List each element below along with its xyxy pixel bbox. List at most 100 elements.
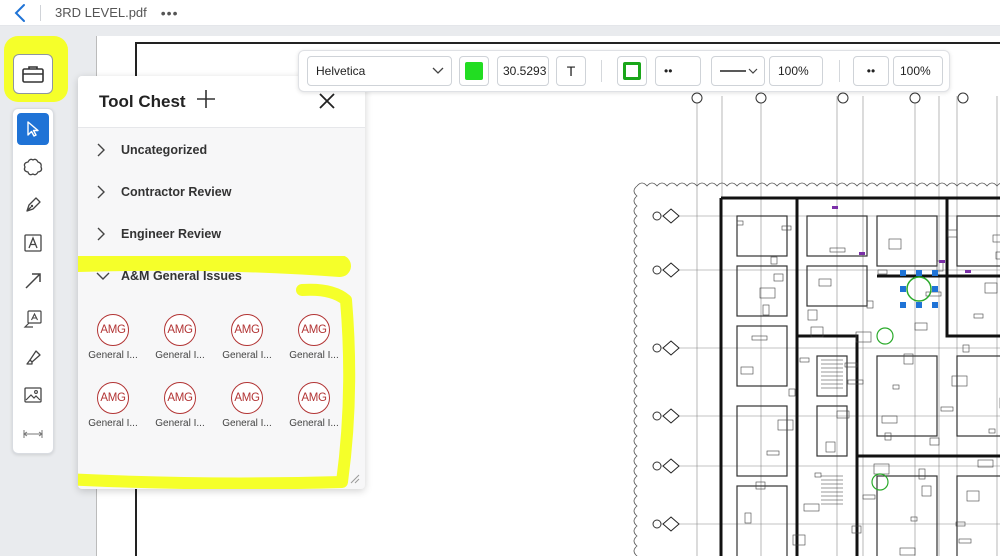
category-contractor-review[interactable]: Contractor Review [78,173,365,211]
stamp-amg[interactable]: AMG General I... [217,382,277,440]
line-weight-icon [720,70,746,72]
chevron-right-icon [97,227,105,241]
measure-tool[interactable] [21,427,45,441]
line-style-select[interactable]: •• [655,56,701,86]
category-uncategorized[interactable]: Uncategorized [78,131,365,169]
stamp-amg[interactable]: AMG General I... [284,382,344,440]
chevron-left-icon [14,3,25,22]
arrow-icon [25,273,41,289]
document-title: 3RD LEVEL.pdf [55,5,147,20]
arrow-tool[interactable] [17,265,49,297]
stamp-code: AMG [167,324,193,336]
measure-icon [23,430,43,438]
stamp-badge: AMG [164,314,196,346]
fill-style-select[interactable]: •• [853,56,889,86]
stamp-label: General I... [222,350,272,361]
stamp-badge: AMG [97,382,129,414]
image-tool[interactable] [17,379,49,411]
stamp-badge: AMG [97,314,129,346]
chevron-down-icon [432,67,444,74]
title-bar: 3RD LEVEL.pdf ••• [0,0,1000,26]
plus-icon[interactable] [194,87,218,111]
stamp-amg[interactable]: AMG General I... [83,382,143,440]
text-style-button[interactable]: T [556,56,586,86]
stamp-code: AMG [167,392,193,404]
pen-tool[interactable] [17,189,49,221]
stamp-label: General I... [155,350,205,361]
chevron-down-icon [748,68,758,74]
fill-color-button[interactable] [459,56,489,86]
stamp-badge: AMG [231,314,263,346]
image-icon [24,387,42,403]
stamp-badge: AMG [164,382,196,414]
category-label: Engineer Review [121,227,222,241]
text-tool[interactable] [17,227,49,259]
select-tool[interactable] [17,113,49,145]
font-size-value: 30.5293 [503,64,547,78]
stamp-badge: AMG [231,382,263,414]
more-options-button[interactable]: ••• [161,5,179,21]
tool-chest-button[interactable] [13,54,53,94]
cloud-tool[interactable] [17,151,49,183]
stamp-badge: AMG [298,314,330,346]
callout-icon [23,310,42,328]
stamp-amg[interactable]: AMG General I... [83,314,143,372]
chevron-right-icon [97,185,105,199]
tool-chest-panel: Tool Chest Uncategorized Contractor Revi… [78,76,365,489]
stamp-code: AMG [301,392,327,404]
category-engineer-review[interactable]: Engineer Review [78,215,365,253]
stamp-code: AMG [100,392,126,404]
stamp-code: AMG [234,324,260,336]
fill-style-value: •• [866,64,876,78]
font-family-select[interactable]: Helvetica [307,56,452,86]
stamp-label: General I... [222,418,272,429]
callout-tool[interactable] [17,303,49,335]
stamp-amg[interactable]: AMG General I... [150,382,210,440]
stamp-label: General I... [289,418,339,429]
stroke-color-swatch [623,62,641,80]
text-box-icon [24,234,42,252]
markup-toolbar [12,108,54,454]
cloud-shape-icon [23,158,43,176]
line-style-value: •• [664,64,673,78]
stamp-label: General I... [88,418,138,429]
yellow-highlight-loop [78,283,356,489]
line-opacity-input[interactable]: 100% [769,56,823,86]
fill-opacity-value: 100% [900,64,931,78]
font-family-value: Helvetica [316,64,366,78]
category-label: Uncategorized [121,143,208,157]
stroke-color-button[interactable] [617,56,647,86]
chevron-right-icon [97,143,105,157]
toolbar-divider [839,60,840,82]
category-label: Contractor Review [121,185,232,199]
fill-color-swatch [465,62,483,80]
text-style-label: T [566,63,576,79]
line-opacity-value: 100% [778,64,809,78]
stamp-amg[interactable]: AMG General I... [150,314,210,372]
stamp-code: AMG [234,392,260,404]
line-weight-select[interactable] [711,56,765,86]
font-size-input[interactable]: 30.5293 [497,56,549,86]
toolbar-divider [601,60,602,82]
select-arrow-icon [27,121,39,137]
stamp-label: General I... [88,350,138,361]
stamp-badge: AMG [298,382,330,414]
close-icon[interactable] [316,90,338,112]
stamp-label: General I... [289,350,339,361]
stamp-amg[interactable]: AMG General I... [284,314,344,372]
stamp-amg[interactable]: AMG General I... [217,314,277,372]
pen-icon [26,197,41,212]
stamp-code: AMG [301,324,327,336]
app-window: 3RD LEVEL.pdf ••• Tool Chest Uncategoriz… [0,0,1000,556]
tool-chest-title: Tool Chest [99,92,186,111]
title-divider [40,4,41,21]
briefcase-icon [22,66,44,83]
properties-toolbar: Helvetica 30.5293 T •• 100% •• 100% [298,50,950,92]
fill-opacity-input[interactable]: 100% [893,56,943,86]
highlighter-tool[interactable] [17,341,49,373]
highlighter-icon [26,350,41,365]
stamp-label: General I... [155,418,205,429]
back-button[interactable] [0,0,40,26]
stamp-code: AMG [100,324,126,336]
resize-grip-icon[interactable] [348,472,360,484]
